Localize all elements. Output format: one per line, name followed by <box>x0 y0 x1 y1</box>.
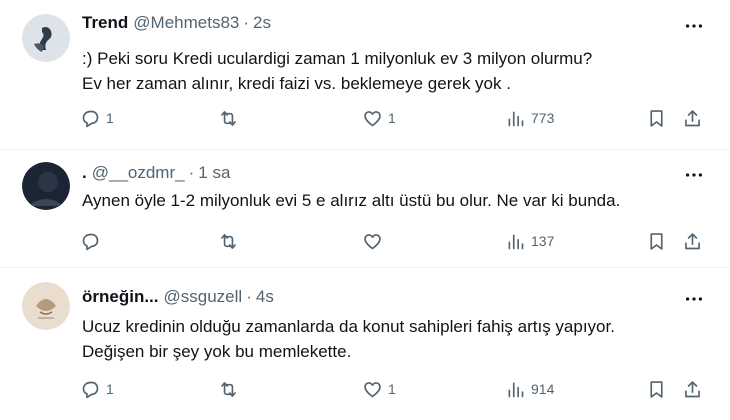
display-name[interactable]: örneğin... <box>82 287 159 307</box>
views-icon <box>508 111 524 126</box>
more-button[interactable] <box>682 14 706 38</box>
views-button[interactable]: 773 <box>505 106 554 130</box>
display-name[interactable]: . <box>82 163 87 183</box>
like-count: 1 <box>388 110 396 126</box>
views-icon <box>508 234 524 249</box>
like-count: 1 <box>388 381 396 397</box>
more-icon <box>685 297 703 301</box>
timestamp[interactable]: 1 sa <box>198 163 230 183</box>
more-icon <box>685 24 703 28</box>
views-count: 914 <box>531 381 555 397</box>
reply-button[interactable] <box>80 229 106 253</box>
views-icon <box>508 382 524 397</box>
repost-icon <box>221 381 236 397</box>
bookmark-icon <box>650 109 663 127</box>
share-icon <box>685 232 700 249</box>
action-bar: 137 <box>0 229 730 253</box>
user-handle[interactable]: @ssguzell <box>164 287 243 307</box>
reply-count: 1 <box>106 381 114 397</box>
tweet[interactable]: . @__ozdmr_ · 1 sa Aynen öyle 1-2 milyon… <box>0 150 730 265</box>
like-icon <box>364 381 381 397</box>
tweet-text: Aynen öyle 1-2 milyonluk evi 5 e alırız … <box>82 188 620 213</box>
avatar-image <box>22 14 70 62</box>
tweet-text-line: Ucuz kredinin olduğu zamanlarda da konut… <box>82 317 615 336</box>
avatar[interactable] <box>22 162 70 210</box>
tweet-text-line: Aynen öyle 1-2 milyonluk evi 5 e alırız … <box>82 191 621 210</box>
bookmark-button[interactable] <box>646 106 667 130</box>
like-icon <box>364 110 381 126</box>
bookmark-icon <box>650 380 663 398</box>
share-button[interactable] <box>682 229 703 253</box>
separator-dot: · <box>188 163 195 182</box>
separator-dot: · <box>243 13 250 32</box>
tweet-text: Ucuz kredinin olduğu zamanlarda da konut… <box>82 314 615 364</box>
avatar-image <box>22 162 70 210</box>
share-button[interactable] <box>682 106 703 130</box>
bookmark-button[interactable] <box>646 377 667 401</box>
avatar[interactable] <box>22 14 70 62</box>
views-count: 773 <box>531 110 555 126</box>
views-count: 137 <box>531 233 555 249</box>
reply-button[interactable]: 1 <box>80 377 114 401</box>
user-handle[interactable]: @Mehmets83 <box>133 13 239 33</box>
timestamp[interactable]: 4s <box>256 287 274 307</box>
more-button[interactable] <box>682 163 706 187</box>
tweet[interactable]: Trend @Mehmets83 · 2s :) Peki soru Kredi… <box>0 0 730 150</box>
more-icon <box>685 173 703 177</box>
avatar[interactable] <box>22 282 70 330</box>
bookmark-icon <box>650 232 663 250</box>
repost-icon <box>221 110 236 126</box>
views-button[interactable]: 914 <box>505 377 554 401</box>
views-button[interactable]: 137 <box>505 229 554 253</box>
bookmark-button[interactable] <box>646 229 667 253</box>
share-icon <box>685 109 700 126</box>
timestamp[interactable]: 2s <box>253 13 271 33</box>
repost-icon <box>221 233 236 249</box>
reply-icon <box>82 381 99 398</box>
reply-button[interactable]: 1 <box>80 106 114 130</box>
tweet-text-line: Değişen bir şey yok bu memlekette. <box>82 342 352 361</box>
action-bar: 1 1 914 <box>0 377 730 401</box>
separator-dot: · <box>246 287 252 306</box>
tweet-text-line: :) Peki soru Kredi uculardigi zaman 1 mi… <box>82 49 593 68</box>
repost-button[interactable] <box>218 106 244 130</box>
display-name[interactable]: Trend <box>82 13 128 33</box>
tweet-text: :) Peki soru Kredi uculardigi zaman 1 mi… <box>82 46 592 96</box>
like-button[interactable] <box>362 229 388 253</box>
tweet-header: örneğin... @ssguzell · 4s <box>82 286 274 308</box>
share-icon <box>685 380 700 397</box>
reply-count: 1 <box>106 110 114 126</box>
reply-icon <box>82 110 99 127</box>
reply-icon <box>82 233 99 250</box>
more-button[interactable] <box>682 287 706 311</box>
repost-button[interactable] <box>218 229 244 253</box>
tweet[interactable]: örneğin... @ssguzell · 4s Ucuz kredinin … <box>0 268 730 420</box>
like-icon <box>364 233 381 249</box>
action-bar: 1 1 773 <box>0 106 730 130</box>
share-button[interactable] <box>682 377 703 401</box>
user-handle[interactable]: @__ozdmr_ <box>92 163 185 183</box>
tweet-header: Trend @Mehmets83 · 2s <box>82 12 271 34</box>
like-button[interactable]: 1 <box>362 377 396 401</box>
repost-button[interactable] <box>218 377 244 401</box>
tweet-header: . @__ozdmr_ · 1 sa <box>82 162 230 184</box>
avatar-image <box>22 282 70 330</box>
tweet-text-line: Ev her zaman alınır, kredi faizi vs. bek… <box>82 74 511 93</box>
like-button[interactable]: 1 <box>362 106 396 130</box>
